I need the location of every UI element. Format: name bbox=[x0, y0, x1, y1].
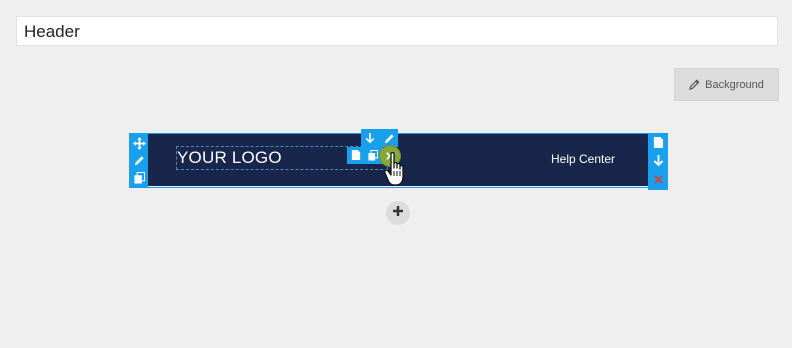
block-toolbar-right bbox=[648, 133, 668, 190]
move-down-icon[interactable] bbox=[650, 152, 666, 168]
background-button[interactable]: Background bbox=[674, 68, 779, 101]
paste-icon[interactable] bbox=[650, 134, 666, 150]
logo-text[interactable]: YOUR LOGO bbox=[177, 147, 282, 169]
plus-icon bbox=[392, 204, 404, 222]
block-toolbar-left bbox=[129, 133, 148, 188]
hand-cursor-icon bbox=[384, 150, 410, 195]
copy-icon[interactable] bbox=[131, 170, 147, 186]
paste-icon[interactable] bbox=[348, 147, 364, 163]
move-down-icon[interactable] bbox=[362, 130, 378, 146]
edit-icon[interactable] bbox=[381, 130, 397, 146]
help-center-link[interactable]: Help Center bbox=[551, 151, 615, 167]
edit-icon[interactable] bbox=[131, 152, 147, 168]
pencil-icon bbox=[689, 79, 700, 90]
background-button-label: Background bbox=[705, 78, 764, 91]
element-toolbar-bottom bbox=[347, 147, 383, 164]
delete-icon[interactable] bbox=[650, 171, 666, 187]
add-block-button[interactable] bbox=[386, 201, 410, 225]
header-title-field[interactable]: Header bbox=[16, 16, 778, 46]
move-icon[interactable] bbox=[131, 135, 147, 151]
